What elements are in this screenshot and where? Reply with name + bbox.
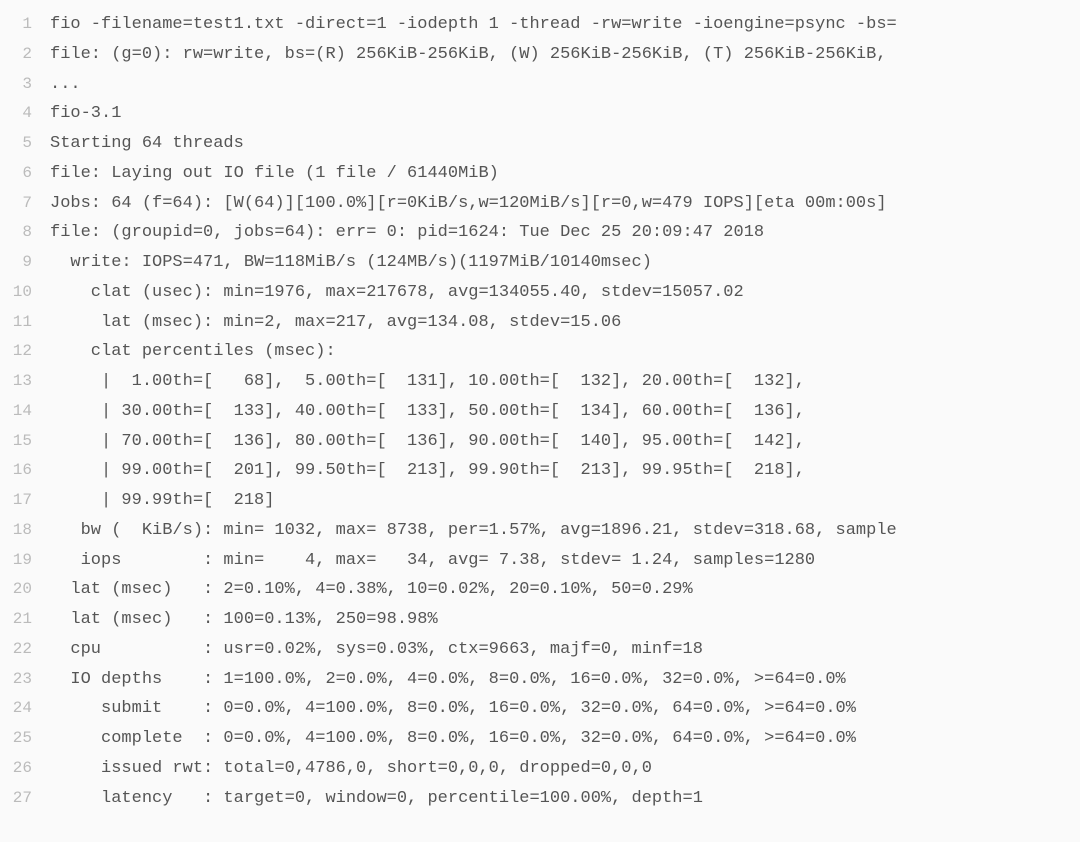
line-content: | 1.00th=[ 68], 5.00th=[ 131], 10.00th=[… [50, 367, 805, 397]
line-content: fio-3.1 [50, 99, 121, 129]
code-line: 26 issued rwt: total=0,4786,0, short=0,0… [0, 754, 1080, 784]
code-line: 15 | 70.00th=[ 136], 80.00th=[ 136], 90.… [0, 427, 1080, 457]
code-block: 1fio -filename=test1.txt -direct=1 -iode… [0, 10, 1080, 813]
line-content: write: IOPS=471, BW=118MiB/s (124MB/s)(1… [50, 248, 652, 278]
line-number: 8 [0, 218, 50, 246]
code-line: 18 bw ( KiB/s): min= 1032, max= 8738, pe… [0, 516, 1080, 546]
code-line: 12 clat percentiles (msec): [0, 337, 1080, 367]
line-number: 4 [0, 99, 50, 127]
code-line: 21 lat (msec) : 100=0.13%, 250=98.98% [0, 605, 1080, 635]
line-number: 22 [0, 635, 50, 663]
line-content: IO depths : 1=100.0%, 2=0.0%, 4=0.0%, 8=… [50, 665, 846, 695]
code-line: 25 complete : 0=0.0%, 4=100.0%, 8=0.0%, … [0, 724, 1080, 754]
line-content: bw ( KiB/s): min= 1032, max= 8738, per=1… [50, 516, 897, 546]
line-content: lat (msec) : 100=0.13%, 250=98.98% [50, 605, 438, 635]
line-content: ... [50, 70, 81, 100]
line-number: 13 [0, 367, 50, 395]
line-number: 3 [0, 70, 50, 98]
line-content: | 30.00th=[ 133], 40.00th=[ 133], 50.00t… [50, 397, 805, 427]
line-content: issued rwt: total=0,4786,0, short=0,0,0,… [50, 754, 652, 784]
line-content: lat (msec): min=2, max=217, avg=134.08, … [50, 308, 621, 338]
line-number: 17 [0, 486, 50, 514]
code-line: 13 | 1.00th=[ 68], 5.00th=[ 131], 10.00t… [0, 367, 1080, 397]
line-number: 11 [0, 308, 50, 336]
code-line: 2file: (g=0): rw=write, bs=(R) 256KiB-25… [0, 40, 1080, 70]
line-content: cpu : usr=0.02%, sys=0.03%, ctx=9663, ma… [50, 635, 703, 665]
code-line: 27 latency : target=0, window=0, percent… [0, 784, 1080, 814]
code-line: 4fio-3.1 [0, 99, 1080, 129]
line-number: 27 [0, 784, 50, 812]
line-content: submit : 0=0.0%, 4=100.0%, 8=0.0%, 16=0.… [50, 694, 856, 724]
code-line: 16 | 99.00th=[ 201], 99.50th=[ 213], 99.… [0, 456, 1080, 486]
line-number: 12 [0, 337, 50, 365]
code-line: 8file: (groupid=0, jobs=64): err= 0: pid… [0, 218, 1080, 248]
line-content: latency : target=0, window=0, percentile… [50, 784, 703, 814]
code-line: 9 write: IOPS=471, BW=118MiB/s (124MB/s)… [0, 248, 1080, 278]
line-number: 10 [0, 278, 50, 306]
line-content: file: (g=0): rw=write, bs=(R) 256KiB-256… [50, 40, 887, 70]
code-line: 11 lat (msec): min=2, max=217, avg=134.0… [0, 308, 1080, 338]
line-content: Jobs: 64 (f=64): [W(64)][100.0%][r=0KiB/… [50, 189, 887, 219]
line-number: 2 [0, 40, 50, 68]
line-number: 21 [0, 605, 50, 633]
line-number: 7 [0, 189, 50, 217]
line-content: complete : 0=0.0%, 4=100.0%, 8=0.0%, 16=… [50, 724, 856, 754]
line-number: 18 [0, 516, 50, 544]
line-content: file: (groupid=0, jobs=64): err= 0: pid=… [50, 218, 764, 248]
code-line: 10 clat (usec): min=1976, max=217678, av… [0, 278, 1080, 308]
line-content: clat (usec): min=1976, max=217678, avg=1… [50, 278, 744, 308]
code-line: 19 iops : min= 4, max= 34, avg= 7.38, st… [0, 546, 1080, 576]
line-content: Starting 64 threads [50, 129, 244, 159]
code-line: 7Jobs: 64 (f=64): [W(64)][100.0%][r=0KiB… [0, 189, 1080, 219]
code-line: 6file: Laying out IO file (1 file / 6144… [0, 159, 1080, 189]
code-line: 22 cpu : usr=0.02%, sys=0.03%, ctx=9663,… [0, 635, 1080, 665]
code-line: 24 submit : 0=0.0%, 4=100.0%, 8=0.0%, 16… [0, 694, 1080, 724]
line-number: 15 [0, 427, 50, 455]
line-content: clat percentiles (msec): [50, 337, 336, 367]
line-number: 20 [0, 575, 50, 603]
code-line: 20 lat (msec) : 2=0.10%, 4=0.38%, 10=0.0… [0, 575, 1080, 605]
code-line: 3... [0, 70, 1080, 100]
line-number: 16 [0, 456, 50, 484]
line-number: 1 [0, 10, 50, 38]
line-number: 26 [0, 754, 50, 782]
line-content: | 70.00th=[ 136], 80.00th=[ 136], 90.00t… [50, 427, 805, 457]
line-number: 23 [0, 665, 50, 693]
line-number: 14 [0, 397, 50, 425]
line-content: fio -filename=test1.txt -direct=1 -iodep… [50, 10, 897, 40]
line-content: | 99.99th=[ 218] [50, 486, 274, 516]
line-number: 6 [0, 159, 50, 187]
line-content: lat (msec) : 2=0.10%, 4=0.38%, 10=0.02%,… [50, 575, 693, 605]
code-line: 14 | 30.00th=[ 133], 40.00th=[ 133], 50.… [0, 397, 1080, 427]
line-content: iops : min= 4, max= 34, avg= 7.38, stdev… [50, 546, 815, 576]
line-number: 25 [0, 724, 50, 752]
line-content: file: Laying out IO file (1 file / 61440… [50, 159, 499, 189]
line-number: 5 [0, 129, 50, 157]
code-line: 23 IO depths : 1=100.0%, 2=0.0%, 4=0.0%,… [0, 665, 1080, 695]
code-line: 17 | 99.99th=[ 218] [0, 486, 1080, 516]
code-line: 1fio -filename=test1.txt -direct=1 -iode… [0, 10, 1080, 40]
line-number: 24 [0, 694, 50, 722]
line-number: 19 [0, 546, 50, 574]
line-content: | 99.00th=[ 201], 99.50th=[ 213], 99.90t… [50, 456, 805, 486]
line-number: 9 [0, 248, 50, 276]
code-line: 5Starting 64 threads [0, 129, 1080, 159]
